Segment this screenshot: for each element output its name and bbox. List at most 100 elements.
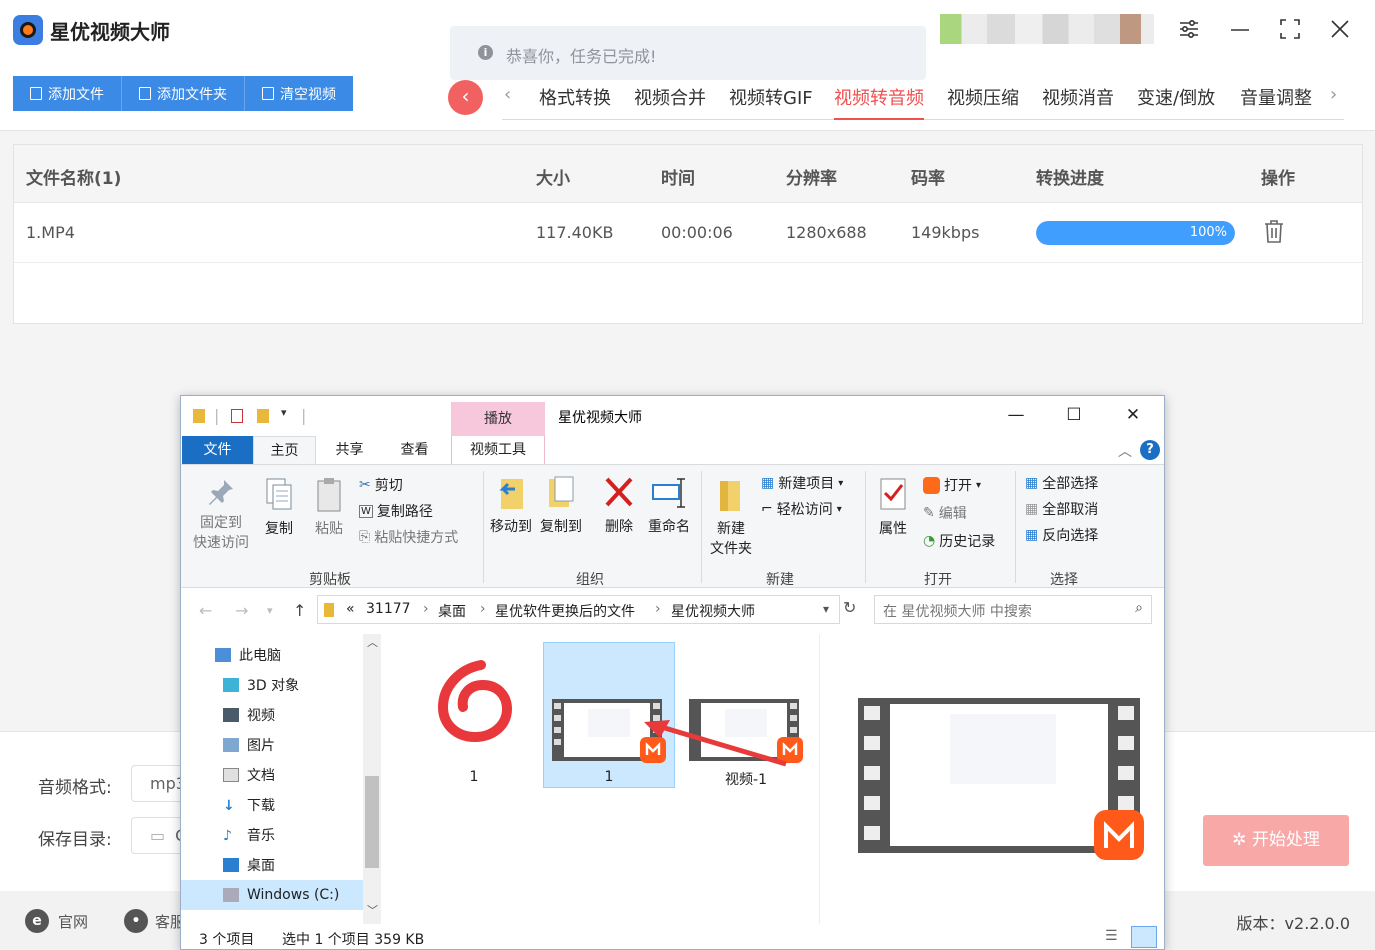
context-tab-play[interactable]: 播放	[451, 402, 545, 436]
refresh-icon[interactable]: ↻	[843, 598, 856, 617]
maximize-icon[interactable]: ☐	[1059, 405, 1089, 425]
scroll-down-icon[interactable]: ﹀	[367, 902, 378, 918]
new-folder-icon[interactable]	[257, 409, 269, 423]
website-icon[interactable]: e	[25, 909, 49, 933]
qa-dropdown-icon[interactable]: ▾	[281, 406, 287, 419]
file-item-netease[interactable]: 1	[408, 642, 540, 788]
tab-share[interactable]: 共享	[318, 436, 381, 464]
breadcrumb-overflow[interactable]: «	[346, 601, 355, 617]
select-all-button[interactable]: ▦ 全部选择	[1025, 473, 1098, 493]
tree-item-music[interactable]: ♪ 音乐	[181, 820, 363, 850]
properties-check-icon[interactable]	[231, 409, 243, 423]
delete-row-icon[interactable]	[1264, 219, 1284, 243]
add-file-button[interactable]: 添加文件	[13, 76, 122, 111]
tabs-prev-icon[interactable]: ‹	[504, 84, 511, 105]
back-icon[interactable]: ←	[199, 601, 212, 620]
rename-button[interactable]: 重命名	[645, 475, 693, 537]
copy-to-button[interactable]: 复制到	[537, 475, 585, 537]
tab-home[interactable]: 主页	[253, 436, 316, 464]
tab-file[interactable]: 文件	[182, 436, 253, 464]
tab-video-tools[interactable]: 视频工具	[451, 436, 545, 464]
cut-button[interactable]: ✂ 剪切	[359, 475, 403, 495]
clear-videos-button[interactable]: 清空视频	[245, 76, 353, 111]
history-button[interactable]: ◔ 历史记录	[923, 531, 995, 551]
breadcrumb-current[interactable]: 星优视频大师	[671, 601, 755, 621]
paste-button[interactable]: 粘贴	[309, 477, 349, 539]
delete-button[interactable]: 删除	[599, 475, 639, 537]
tabs-next-icon[interactable]: ›	[1330, 84, 1337, 105]
fullscreen-icon[interactable]	[1278, 18, 1302, 42]
paste-label: 粘贴	[315, 521, 343, 537]
website-link[interactable]: 官网	[58, 911, 88, 932]
breadcrumb-desktop[interactable]: 桌面	[438, 601, 466, 621]
recent-dropdown-icon[interactable]: ▾	[267, 604, 273, 617]
copy-path-button[interactable]: W 复制路径	[359, 501, 433, 521]
minimize-icon[interactable]: —	[1001, 405, 1031, 425]
move-to-button[interactable]: 移动到	[487, 475, 535, 537]
add-folder-button[interactable]: 添加文件夹	[122, 76, 245, 111]
tree-item-videos[interactable]: 视频	[181, 700, 363, 730]
new-item-button[interactable]: ▦ 新建项目 ▾	[761, 473, 843, 493]
tab-video-merge[interactable]: 视频合并	[634, 84, 706, 120]
edit-button[interactable]: ✎ 编辑	[923, 503, 967, 523]
invert-selection-button[interactable]: ▦ 反向选择	[1025, 525, 1098, 545]
picture-icon	[223, 738, 239, 752]
breadcrumb-converted[interactable]: 星优软件更换后的文件	[495, 601, 635, 621]
tab-video-to-audio[interactable]: 视频转音频	[834, 84, 924, 120]
chat-icon[interactable]: •	[124, 909, 148, 933]
forward-icon[interactable]: →	[235, 601, 248, 620]
tree-scroll-thumb[interactable]	[365, 776, 379, 868]
spinner-icon: ✲	[1232, 830, 1252, 850]
settings-icon[interactable]	[1177, 18, 1201, 42]
tree-item-3d-objects[interactable]: 3D 对象	[181, 670, 363, 700]
properties-button[interactable]: 属性	[873, 477, 913, 539]
tab-view[interactable]: 查看	[383, 436, 446, 464]
open-button[interactable]: 打开 ▾	[923, 475, 981, 495]
table-row[interactable]: 1.MP4 117.40KB 00:00:06 1280x688 149kbps…	[14, 203, 1362, 263]
tab-speed-reverse[interactable]: 变速/倒放	[1137, 84, 1215, 120]
search-input[interactable]: 在 星优视频大师 中搜索 ⌕	[874, 595, 1152, 624]
tab-volume-adjust[interactable]: 音量调整	[1240, 84, 1312, 120]
help-icon[interactable]: ?	[1140, 440, 1160, 460]
tabs-back-button[interactable]: ‹	[448, 80, 483, 115]
address-dropdown-icon[interactable]: ▾	[823, 602, 829, 616]
tree-scrollbar[interactable]: ︿ ﹀	[363, 634, 381, 924]
tab-video-mute[interactable]: 视频消音	[1042, 84, 1114, 120]
select-none-button[interactable]: ▦ 全部取消	[1025, 499, 1098, 519]
pin-quick-access-button[interactable]: 固定到 快速访问	[191, 477, 251, 553]
up-icon[interactable]: ↑	[293, 601, 306, 620]
close-icon[interactable]: ✕	[1118, 405, 1148, 425]
easy-access-button[interactable]: ⌐ 轻松访问 ▾	[761, 499, 842, 519]
tree-item-downloads[interactable]: ↓ 下载	[181, 790, 363, 820]
close-icon[interactable]	[1328, 18, 1352, 42]
minimize-icon[interactable]	[1228, 18, 1252, 42]
collapse-ribbon-icon[interactable]: ︿	[1118, 441, 1132, 461]
breadcrumb-31177[interactable]: 31177	[366, 601, 411, 617]
pin-label-2: 快速访问	[193, 535, 249, 551]
tree-label: 图片	[247, 738, 275, 754]
new-folder-button[interactable]: 新建 文件夹	[707, 477, 755, 559]
details-view-icon[interactable]: ☰	[1105, 928, 1118, 944]
scissors-icon: ✂	[359, 477, 371, 493]
user-avatar[interactable]	[940, 14, 1154, 44]
tab-format-convert[interactable]: 格式转换	[539, 84, 611, 120]
copy-button[interactable]: 复制	[259, 477, 299, 539]
paste-shortcut-button[interactable]: ⎘ 粘贴快捷方式	[359, 527, 458, 547]
download-icon: ↓	[223, 798, 235, 814]
path-icon: W	[359, 504, 373, 518]
explorer-title: 星优视频大师	[558, 410, 642, 426]
tree-item-windows-c[interactable]: Windows (C:)	[181, 880, 363, 910]
start-processing-button[interactable]: ✲ 开始处理	[1203, 815, 1349, 866]
tab-video-compress[interactable]: 视频压缩	[947, 84, 1019, 120]
address-bar[interactable]: « 31177 › 桌面 › 星优软件更换后的文件 › 星优视频大师 ▾	[317, 595, 840, 624]
tree-item-pictures[interactable]: 图片	[181, 730, 363, 760]
tree-item-this-pc[interactable]: 此电脑	[181, 640, 363, 670]
tab-video-to-gif[interactable]: 视频转GIF	[729, 84, 813, 120]
progress-label: 100%	[1189, 225, 1227, 240]
scroll-up-icon[interactable]: ︿	[367, 634, 378, 650]
explorer-titlebar: | ▾ | 播放 星优视频大师 — ☐ ✕	[181, 396, 1164, 436]
large-icons-view-icon[interactable]	[1131, 926, 1157, 948]
tree-item-desktop[interactable]: 桌面	[181, 850, 363, 880]
tree-item-documents[interactable]: 文档	[181, 760, 363, 790]
add-file-label: 添加文件	[48, 86, 104, 103]
